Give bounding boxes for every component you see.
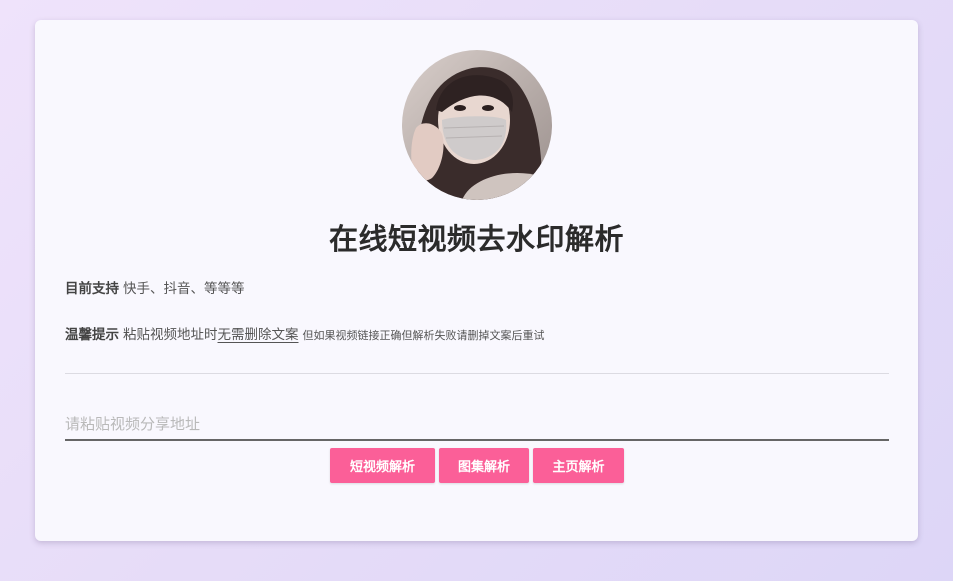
tip-text-prefix: 粘贴视频地址时 xyxy=(123,327,218,343)
page-title: 在线短视频去水印解析 xyxy=(328,222,624,256)
share-url-input[interactable] xyxy=(65,408,889,441)
parse-homepage-button[interactable]: 主页解析 xyxy=(533,448,624,483)
tip-info: 温馨提示 粘贴视频地址时无需删除文案 但如果视频链接正确但解析失败请删掉文案后重试 xyxy=(65,323,545,343)
action-buttons: 短视频解析 图集解析 主页解析 xyxy=(330,448,624,483)
tip-label: 温馨提示 xyxy=(65,327,119,343)
parse-album-button[interactable]: 图集解析 xyxy=(439,448,529,483)
support-text: 快手、抖音、等等等 xyxy=(123,281,245,297)
avatar xyxy=(402,50,552,200)
tip-text-emphasis: 无需删除文案 xyxy=(217,327,299,343)
main-card: 在线短视频去水印解析 目前支持 快手、抖音、等等等 温馨提示 粘贴视频地址时无需删除… xyxy=(35,20,918,541)
support-label: 目前支持 xyxy=(65,281,119,297)
divider xyxy=(65,373,889,374)
support-info: 目前支持 快手、抖音、等等等 xyxy=(65,277,245,297)
tip-text-small: 但如果视频链接正确但解析失败请删掉文案后重试 xyxy=(302,329,545,342)
parse-video-button[interactable]: 短视频解析 xyxy=(330,448,435,483)
avatar-image xyxy=(402,50,552,200)
